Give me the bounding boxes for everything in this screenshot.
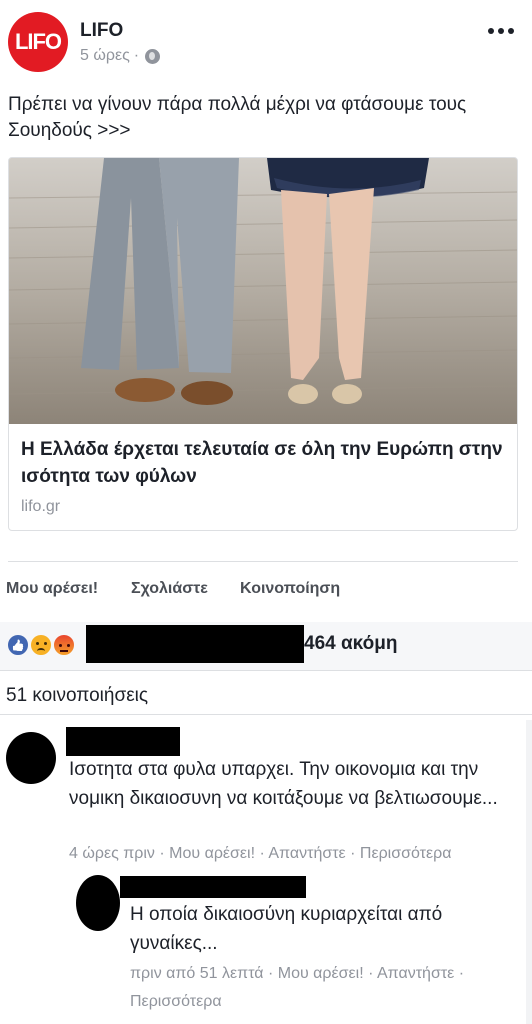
like-button[interactable]: Μου αρέσει! <box>6 580 98 598</box>
link-preview-card[interactable]: Η Ελλάδα έρχεται τελευταία σε όλη την Ευ… <box>8 157 518 531</box>
scroll-edge <box>526 720 532 1024</box>
meta-separator: · <box>133 47 140 64</box>
shares-count[interactable]: 51 κοινοποιήσεις <box>6 685 148 707</box>
share-button[interactable]: Κοινοποίηση <box>240 580 340 598</box>
link-title[interactable]: Η Ελλάδα έρχεται τελευταία σε όλη την Ευ… <box>21 436 507 490</box>
dot-icon <box>488 28 494 34</box>
page-name[interactable]: LIFO <box>80 20 123 42</box>
reaction-count[interactable]: 464 ακόμη <box>304 633 397 655</box>
reply-meta[interactable]: πριν από 51 λεπτά · Μου αρέσει! · Απαντή… <box>130 960 520 1016</box>
dot-icon <box>508 28 514 34</box>
divider <box>0 714 532 715</box>
comment-button[interactable]: Σχολιάστε <box>131 580 208 598</box>
link-domain: lifo.gr <box>21 498 61 515</box>
angry-reaction-icon <box>52 633 76 657</box>
link-preview-image <box>9 158 517 424</box>
divider <box>0 670 532 671</box>
redacted-commenter-name <box>66 727 180 756</box>
comment-text: Ισοτητα στα φυλα υπαρχει. Την οικονομια … <box>69 759 498 809</box>
commenter-avatar[interactable] <box>6 732 56 784</box>
post-text: Πρέπει να γίνουν πάρα πολλά μέχρι να φτά… <box>8 94 467 141</box>
redacted-names <box>86 625 304 663</box>
post-time[interactable]: 5 ώρες <box>80 47 130 65</box>
like-reaction-icon <box>6 633 30 657</box>
reply-avatar[interactable] <box>76 875 120 931</box>
reaction-icons <box>6 633 78 657</box>
reply-text: Η οποία δικαιοσύνη κυριαρχείται από γυνα… <box>130 904 443 954</box>
post-header: LIFO LIFO 5 ώρες · <box>0 0 532 88</box>
redacted-reply-name <box>120 876 306 898</box>
sad-reaction-icon <box>29 633 53 657</box>
dot-icon <box>498 28 504 34</box>
globe-icon <box>145 48 161 64</box>
divider <box>8 561 518 562</box>
page-avatar[interactable]: LIFO <box>8 12 68 72</box>
page-logo-text: LIFO <box>14 29 62 54</box>
post-meta: 5 ώρες · <box>80 47 161 65</box>
more-options-icon[interactable] <box>488 26 514 36</box>
comment-meta[interactable]: 4 ώρες πριν · Μου αρέσει! · Απαντήστε · … <box>69 840 529 868</box>
